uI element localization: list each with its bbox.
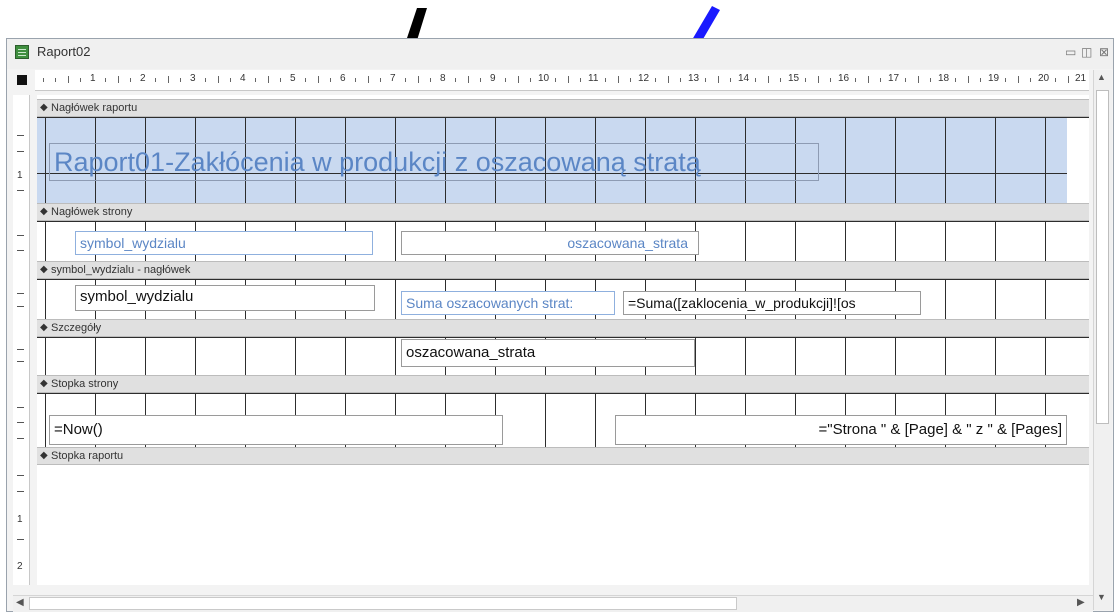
horizontal-scrollbar[interactable]: ◀ ▶: [13, 595, 1093, 612]
section-bar-page-header[interactable]: ◆ Nagłówek strony: [37, 203, 1089, 221]
restore-button[interactable]: ◫: [1081, 45, 1092, 59]
section-collapse-arrow-icon: ◆: [40, 378, 48, 389]
field-sum-expression[interactable]: =Suma([zaklocenia_w_produkcji]![os: [623, 291, 921, 315]
section-bar-report-footer[interactable]: ◆ Stopka raportu: [37, 447, 1089, 465]
ruler-number: 9: [490, 73, 496, 84]
ruler-number: 14: [738, 73, 750, 84]
ruler-number: 4: [240, 73, 246, 84]
ruler-number: 7: [390, 73, 396, 84]
ruler-number: 17: [888, 73, 900, 84]
detail-band[interactable]: oszacowana_strata: [37, 337, 1067, 375]
ruler-number: 10: [538, 73, 550, 84]
section-bar-page-footer[interactable]: ◆ Stopka strony: [37, 375, 1089, 393]
ruler-number: 12: [638, 73, 650, 84]
section-label: Nagłówek strony: [51, 206, 133, 218]
section-label: Szczegóły: [51, 322, 102, 334]
window-title: Raport02: [37, 44, 91, 59]
section-collapse-arrow-icon: ◆: [40, 102, 48, 113]
section-bar-group-header[interactable]: ◆ symbol_wydzialu - nagłówek: [37, 261, 1089, 279]
section-collapse-arrow-icon: ◆: [40, 264, 48, 275]
scroll-right-arrow-icon[interactable]: ▶: [1077, 597, 1085, 608]
report-header-band[interactable]: Raport01-Zakłócenia w produkcji z oszaco…: [37, 117, 1067, 203]
ruler-number: 16: [838, 73, 850, 84]
section-collapse-arrow-icon: ◆: [40, 322, 48, 333]
field-now-expression[interactable]: =Now(): [49, 415, 503, 445]
horizontal-scroll-thumb[interactable]: [29, 597, 737, 610]
ruler-number: 3: [190, 73, 196, 84]
horizontal-ruler[interactable]: 1 2 3 4 5 6 7 8 9 10 11 12 13 14 15 16 1…: [35, 70, 1089, 91]
vertical-scroll-thumb[interactable]: [1096, 90, 1109, 424]
select-report-button[interactable]: [17, 75, 27, 85]
report-title-label[interactable]: Raport01-Zakłócenia w produkcji z oszaco…: [49, 143, 819, 181]
label-symbol-wydzialu[interactable]: symbol_wydzialu: [75, 231, 373, 255]
ruler-number: 15: [788, 73, 800, 84]
ruler-number: 8: [440, 73, 446, 84]
ruler-number: 6: [340, 73, 346, 84]
field-symbol-wydzialu[interactable]: symbol_wydzialu: [75, 285, 375, 311]
ruler-number: 19: [988, 73, 1000, 84]
ruler-number: 18: [938, 73, 950, 84]
section-collapse-arrow-icon: ◆: [40, 206, 48, 217]
section-bar-detail[interactable]: ◆ Szczegóły: [37, 319, 1089, 337]
page-footer-band[interactable]: =Now() ="Strona " & [Page] & " z " & [Pa…: [37, 393, 1067, 447]
section-label: symbol_wydzialu - nagłówek: [51, 264, 191, 276]
scroll-down-arrow-icon[interactable]: ▼: [1097, 592, 1106, 602]
field-page-expression[interactable]: ="Strona " & [Page] & " z " & [Pages]: [615, 415, 1067, 445]
ruler-number: 2: [17, 561, 23, 572]
minimize-button[interactable]: ▭: [1065, 45, 1076, 59]
vertical-ruler[interactable]: 1 1 2: [13, 95, 30, 585]
scroll-left-arrow-icon[interactable]: ◀: [16, 597, 24, 608]
field-oszacowana-strata[interactable]: oszacowana_strata: [401, 339, 695, 367]
vertical-scrollbar[interactable]: ▲ ▼: [1093, 70, 1112, 610]
section-collapse-arrow-icon: ◆: [40, 450, 48, 461]
ruler-number: 13: [688, 73, 700, 84]
page-header-band[interactable]: symbol_wydzialu oszacowana_strata: [37, 221, 1067, 261]
ruler-number: 1: [90, 73, 96, 84]
ruler-number: 1: [17, 170, 23, 181]
close-button[interactable]: ⊠: [1099, 45, 1109, 59]
label-suma-oszacowanych-strat[interactable]: Suma oszacowanych strat:: [401, 291, 615, 315]
section-label: Stopka strony: [51, 378, 119, 390]
report-design-window: Raport02 ▭ ◫ ⊠ 1 2 3 4 5 6 7 8 9 10 11 1…: [6, 38, 1114, 612]
scroll-up-arrow-icon[interactable]: ▲: [1097, 72, 1106, 82]
group-header-band[interactable]: symbol_wydzialu Suma oszacowanych strat:…: [37, 279, 1067, 319]
ruler-number: 20: [1038, 73, 1050, 84]
label-oszacowana-strata[interactable]: oszacowana_strata: [533, 231, 695, 255]
title-bar: Raport02 ▭ ◫ ⊠: [7, 39, 1113, 69]
section-label: Nagłówek raportu: [51, 102, 138, 114]
ruler-number: 1: [17, 514, 23, 525]
section-bar-report-header[interactable]: ◆ Nagłówek raportu: [37, 99, 1089, 117]
ruler-number: 5: [290, 73, 296, 84]
ruler-number: 11: [588, 73, 599, 84]
report-icon: [15, 45, 29, 59]
ruler-number: 2: [140, 73, 146, 84]
design-surface[interactable]: ◆ Nagłówek raportu Raport01-Zakłócenia w…: [37, 95, 1089, 585]
section-label: Stopka raportu: [51, 450, 124, 462]
ruler-number: 21: [1075, 73, 1087, 84]
